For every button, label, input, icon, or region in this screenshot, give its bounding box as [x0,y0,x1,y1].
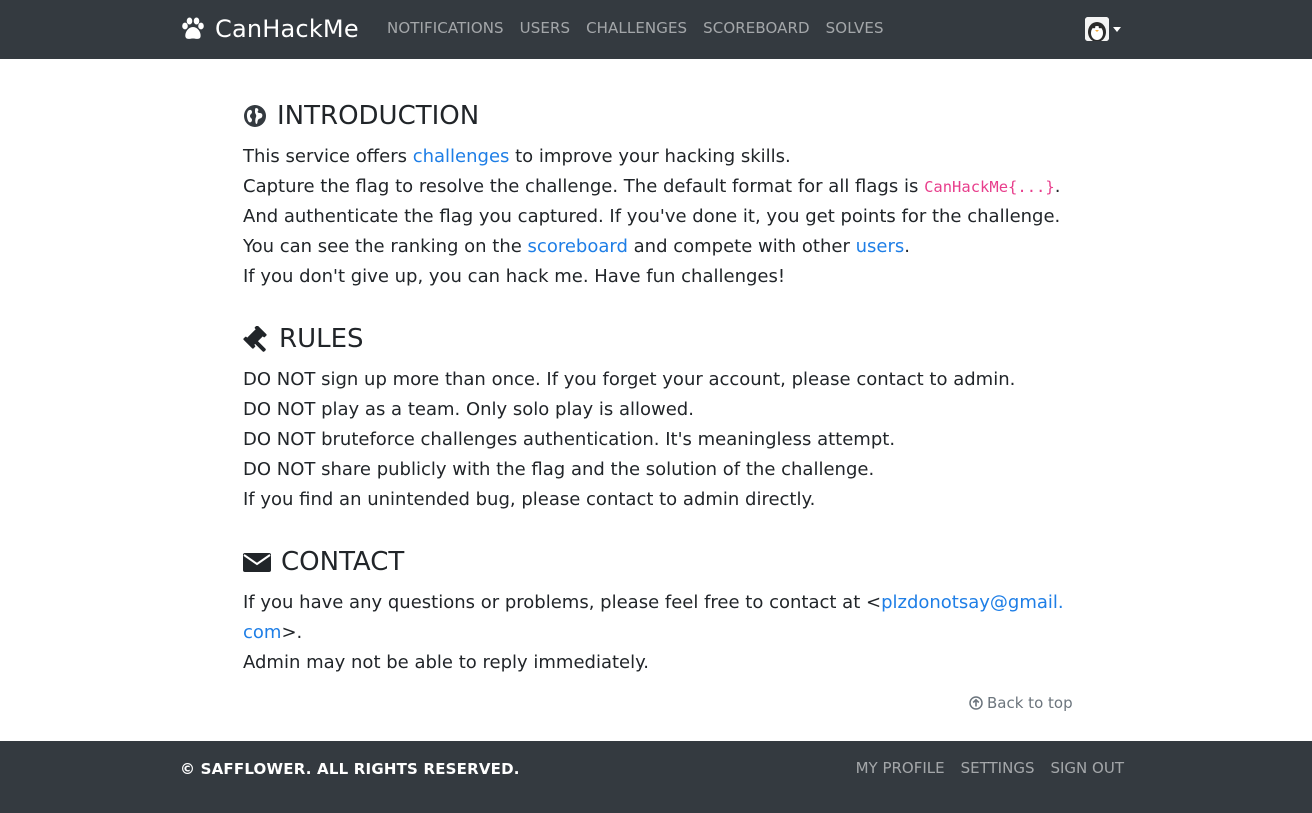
contact-heading: CONTACT [243,542,1073,582]
caret-down-icon [1113,26,1121,32]
copyright-text: © SAFFLOWER. ALL RIGHTS RESERVED. [180,760,520,778]
intro-line-1: This service offers challenges to improv… [243,142,1073,172]
contact-text-part: If you have any questions or problems, p… [243,592,882,613]
section-title-text: RULES [279,324,364,354]
intro-line-4: You can see the ranking on the scoreboar… [243,232,1073,262]
intro-text: This service offers [243,146,413,167]
nav-notifications[interactable]: NOTIFICATIONS [379,17,512,39]
nav-solves[interactable]: SOLVES [818,17,892,39]
contact-line-1: If you have any questions or problems, p… [243,588,1073,648]
intro-text: . [1054,176,1061,197]
introduction-heading: INTRODUCTION [243,96,1073,136]
intro-text: and compete with other [627,236,856,257]
nav-challenges[interactable]: CHALLENGES [578,17,695,39]
contact-text-part: >. [281,622,303,643]
nav-users[interactable]: USERS [512,17,578,39]
section-title-text: INTRODUCTION [277,101,480,131]
top-navbar: CanHackMe NOTIFICATIONS USERS CHALLENGES… [0,0,1312,59]
rule-item: DO NOT bruteforce challenges authenticat… [243,429,896,450]
paw-icon [180,16,206,42]
page-footer: © SAFFLOWER. ALL RIGHTS RESERVED. MY PRO… [0,741,1312,813]
main-content: INTRODUCTION This service offers challen… [243,96,1073,673]
envelope-icon [243,550,271,574]
main-nav: NOTIFICATIONS USERS CHALLENGES SCOREBOAR… [379,17,892,39]
intro-line-2: Capture the flag to resolve the challeng… [243,172,1073,202]
globe-icon [243,104,267,128]
rule-item: If you find an unintended bug, please co… [243,489,816,510]
rules-heading: RULES [243,319,1015,359]
contact-text: If you have any questions or problems, p… [243,588,1073,678]
arrow-circle-up-icon [969,696,983,710]
footer-my-profile-link[interactable]: MY PROFILE [856,759,945,777]
rules-list: DO NOT sign up more than once. If you fo… [243,365,1015,515]
introduction-text: This service offers challenges to improv… [243,142,1073,292]
user-menu-toggle[interactable] [1085,17,1121,41]
introduction-section: INTRODUCTION This service offers challen… [243,96,1073,292]
penguin-avatar [1085,17,1109,41]
back-to-top-label: Back to top [987,694,1073,712]
rule-item: DO NOT share publicly with the flag and … [243,459,875,480]
flag-format-code: CanHackMe{...} [924,178,1055,196]
intro-line-3: And authenticate the flag you captured. … [243,206,1061,227]
footer-sign-out-link[interactable]: SIGN OUT [1050,759,1124,777]
rules-section: RULES DO NOT sign up more than once. If … [243,319,1015,515]
brand-name: CanHackMe [215,15,359,43]
brand-home-link[interactable]: CanHackMe [180,13,359,45]
footer-nav: MY PROFILE SETTINGS SIGN OUT [840,759,1124,777]
back-to-top-link[interactable]: Back to top [969,694,1073,712]
contact-section: CONTACT If you have any questions or pro… [243,542,1073,678]
rule-item: DO NOT play as a team. Only solo play is… [243,399,694,420]
section-title-text: CONTACT [281,547,405,577]
intro-text: . [904,236,910,257]
nav-scoreboard[interactable]: SCOREBOARD [695,17,818,39]
contact-line-2: Admin may not be able to reply immediate… [243,652,649,673]
gavel-icon [243,325,269,352]
intro-text: You can see the ranking on the [243,236,528,257]
intro-text: to improve your hacking skills. [509,146,791,167]
scoreboard-link[interactable]: scoreboard [528,236,628,257]
rule-item: DO NOT sign up more than once. If you fo… [243,369,1016,390]
challenges-link[interactable]: challenges [413,146,510,167]
intro-line-5: If you don't give up, you can hack me. H… [243,266,786,287]
footer-settings-link[interactable]: SETTINGS [961,759,1035,777]
users-link[interactable]: users [856,236,905,257]
intro-text: Capture the flag to resolve the challeng… [243,176,925,197]
